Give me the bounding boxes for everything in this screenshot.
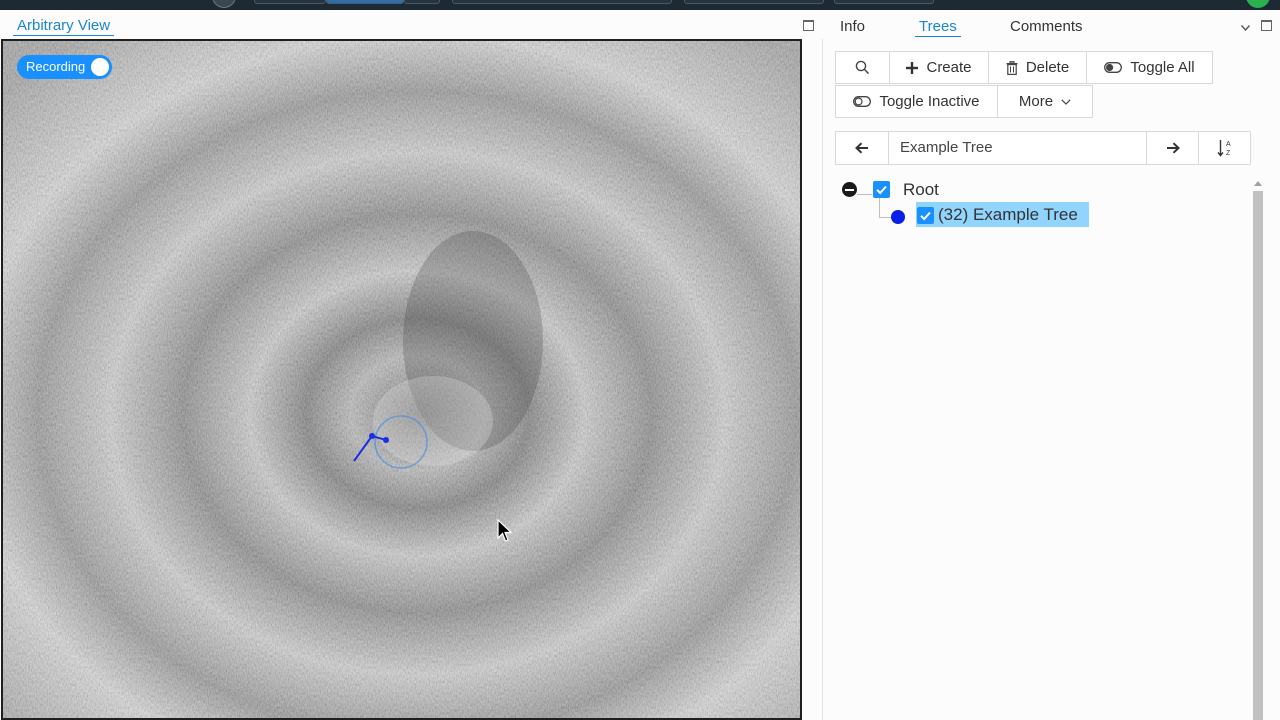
navbar-button[interactable] bbox=[254, 0, 326, 4]
search-button[interactable] bbox=[835, 51, 890, 84]
plus-icon bbox=[906, 61, 919, 74]
create-tree-button[interactable]: Create bbox=[889, 51, 989, 84]
user-status-dot[interactable] bbox=[1246, 0, 1270, 8]
navbar-button[interactable] bbox=[404, 0, 440, 4]
chevron-down-icon bbox=[1061, 98, 1071, 105]
toggle-icon bbox=[1104, 62, 1123, 73]
arbitrary-view-tab[interactable]: Arbitrary View bbox=[13, 17, 115, 36]
create-label: Create bbox=[926, 59, 972, 76]
maximize-pane-icon[interactable] bbox=[1261, 20, 1272, 31]
tab-comments[interactable]: Comments bbox=[1010, 18, 1083, 35]
tab-trees[interactable]: Trees bbox=[915, 18, 961, 37]
root-group-checkbox[interactable] bbox=[873, 181, 890, 198]
checkmark-icon bbox=[920, 211, 931, 221]
toggle-all-label: Toggle All bbox=[1130, 59, 1195, 76]
scrollbar-thumb[interactable] bbox=[1253, 191, 1263, 720]
skeleton-node bbox=[383, 437, 389, 443]
tree-connector bbox=[857, 194, 872, 195]
top-navbar bbox=[0, 0, 1280, 10]
search-icon bbox=[855, 60, 870, 75]
tree-checkbox[interactable] bbox=[917, 207, 934, 224]
arrow-left-icon bbox=[855, 142, 868, 154]
skeleton-node bbox=[369, 433, 375, 439]
mouse-pointer-icon bbox=[497, 519, 513, 542]
tree-connector bbox=[879, 217, 891, 218]
navbar-button[interactable] bbox=[452, 0, 672, 4]
arrow-right-icon bbox=[1166, 142, 1180, 154]
more-dropdown-button[interactable]: More bbox=[997, 85, 1093, 118]
checkmark-icon bbox=[876, 185, 887, 195]
toggle-knob bbox=[91, 58, 109, 76]
root-group-label[interactable]: Root bbox=[903, 180, 939, 200]
tree-hierarchy: Root (32) Example Tree bbox=[840, 176, 1240, 256]
more-label: More bbox=[1018, 93, 1054, 110]
tree-navigation-bar: Example Tree A Z bbox=[835, 131, 1251, 165]
svg-text:Z: Z bbox=[1226, 150, 1231, 157]
toggle-inactive-label: Toggle Inactive bbox=[879, 93, 980, 110]
tree-connector bbox=[879, 198, 880, 217]
delete-label: Delete bbox=[1025, 59, 1070, 76]
previous-tree-button[interactable] bbox=[836, 132, 889, 164]
navbar-button[interactable] bbox=[834, 0, 934, 4]
recording-toggle[interactable]: Recording bbox=[17, 55, 112, 79]
toggle-inactive-button[interactable]: Toggle Inactive bbox=[835, 85, 998, 118]
next-tree-button[interactable] bbox=[1147, 132, 1199, 164]
tree-list-scrollbar[interactable] bbox=[1251, 177, 1265, 720]
tree-color-dot[interactable] bbox=[891, 210, 905, 224]
svg-text:A: A bbox=[1226, 141, 1231, 148]
tree-item-label[interactable]: (32) Example Tree bbox=[938, 205, 1078, 225]
scroll-up-arrow-icon[interactable] bbox=[1254, 181, 1262, 186]
arbitrary-viewport[interactable]: Recording bbox=[1, 39, 802, 720]
chevron-down-icon[interactable] bbox=[1241, 25, 1250, 31]
navbar-circle-button[interactable] bbox=[212, 0, 236, 8]
toggle-off-icon bbox=[853, 96, 872, 107]
navbar-button-active[interactable] bbox=[326, 0, 404, 4]
tab-info[interactable]: Info bbox=[840, 18, 865, 35]
maximize-pane-icon[interactable] bbox=[803, 20, 814, 31]
sort-trees-button[interactable]: A Z bbox=[1199, 132, 1250, 164]
sort-alpha-icon: A Z bbox=[1216, 140, 1231, 157]
webknossos-app: Arbitrary View Recording Info Trees Comm… bbox=[0, 0, 1280, 720]
pane-splitter[interactable] bbox=[822, 39, 823, 720]
em-data-image bbox=[3, 41, 800, 718]
toggle-all-button[interactable]: Toggle All bbox=[1086, 51, 1213, 84]
active-tree-name: Example Tree bbox=[889, 132, 1147, 164]
recording-label: Recording bbox=[26, 59, 86, 74]
delete-tree-button[interactable]: Delete bbox=[988, 51, 1087, 84]
navbar-button[interactable] bbox=[684, 0, 824, 4]
collapse-group-icon[interactable] bbox=[842, 182, 857, 197]
trash-icon bbox=[1006, 60, 1018, 75]
